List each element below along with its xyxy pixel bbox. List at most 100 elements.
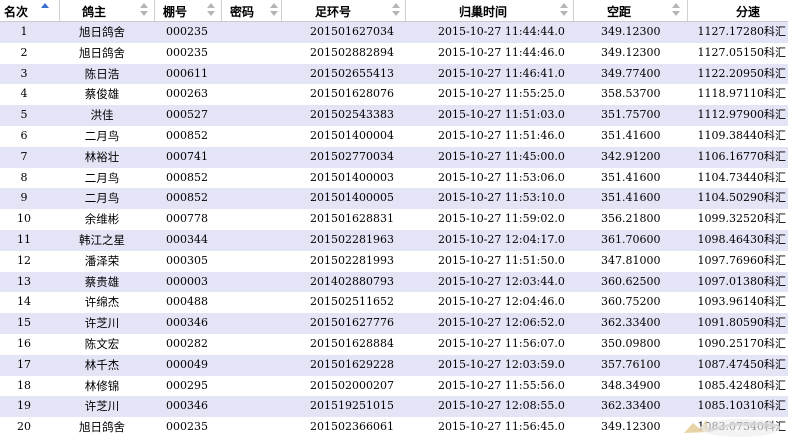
column-header-password[interactable]: 密码	[222, 0, 282, 21]
table-row[interactable]: 19 许芝川 000346 201519251015 2015-10-27 12:08:…	[0, 396, 788, 418]
distance-cell: 362.33400	[601, 316, 661, 330]
rank-cell: 13	[17, 274, 31, 288]
speed-cell: 1093.96140科汇	[682, 292, 786, 313]
speed-value: 1127.05150	[697, 45, 764, 59]
distance-cell: 342.91200	[601, 149, 661, 163]
ring-number-cell: 201501628076	[310, 87, 394, 101]
speed-unit: 科汇	[764, 170, 786, 184]
column-header-speed[interactable]: 分速	[688, 0, 788, 21]
rank-cell: 12	[17, 253, 31, 267]
column-header-ring[interactable]: 足环号	[282, 0, 406, 21]
column-header-rank[interactable]: 名次	[0, 0, 60, 21]
table-row[interactable]: 10 余维彬 000778 201501628831 2015-10-27 11:59:…	[0, 209, 788, 230]
column-header-return-time[interactable]: 归巢时间	[406, 0, 574, 21]
return-time-cell: 2015-10-27 11:59:02.0	[438, 212, 565, 226]
rank-cell: 6	[20, 128, 28, 142]
table-row[interactable]: 11 韩江之星 000344 201502281963 2015-10-27 12:04…	[0, 229, 788, 251]
rank-cell: 10	[17, 212, 31, 226]
speed-value: 1104.73440	[697, 170, 764, 184]
distance-cell: 350.09800	[601, 336, 661, 350]
sort-icon[interactable]	[392, 3, 400, 17]
table-row[interactable]: 6 二月鸟 000852 201501400004 2015-10-27 11:51:4…	[0, 125, 788, 147]
loft-number-cell: 000305	[166, 253, 208, 267]
speed-value: 1099.32520	[697, 212, 764, 226]
results-grid: 名次 鸽主 棚号 密码 足环号 归巢时间 空距 分速 1 旭日鸽舍 000235…	[0, 0, 788, 444]
table-row[interactable]: 3 陈日浩 000611 201502655413 2015-10-27 11:46:4…	[0, 63, 788, 85]
speed-value: 1097.76960	[697, 253, 764, 267]
table-row[interactable]: 1 旭日鸽舍 000235 201501627034 2015-10-27 11:44:…	[0, 22, 788, 43]
distance-cell: 351.75700	[601, 108, 661, 122]
table-row[interactable]: 18 林修锦 000295 201502000207 2015-10-27 11:55:…	[0, 375, 788, 397]
table-row[interactable]: 7 林裕壮 000741 201502770034 2015-10-27 11:45:0…	[0, 146, 788, 168]
ring-number-cell: 201502281963	[310, 232, 394, 246]
ring-number-cell: 201501628831	[310, 212, 394, 226]
rank-cell: 14	[17, 295, 31, 309]
ring-number-cell: 201402880793	[310, 274, 394, 288]
sort-icon[interactable]	[207, 3, 215, 17]
table-row[interactable]: 16 陈文宏 000282 201501628884 2015-10-27 11:56:…	[0, 333, 788, 355]
speed-cell: 1083.07540科汇	[682, 417, 786, 438]
return-time-cell: 2015-10-27 11:45:00.0	[438, 149, 565, 163]
speed-value: 1104.50290	[697, 191, 764, 205]
sort-ascending-icon[interactable]	[41, 3, 49, 17]
sort-icon[interactable]	[270, 3, 278, 17]
sort-icon[interactable]	[672, 3, 680, 17]
sort-icon[interactable]	[560, 3, 568, 17]
loft-number-cell: 000346	[166, 399, 208, 413]
table-row[interactable]: 17 林千杰 000049 201501629228 2015-10-27 12:03:…	[0, 354, 788, 376]
table-row[interactable]: 2 旭日鸽舍 000235 201502882894 2015-10-27 11:44:…	[0, 42, 788, 64]
distance-cell: 351.41600	[601, 191, 661, 205]
speed-value: 1093.96140	[697, 295, 764, 309]
table-row[interactable]: 13 蔡贵雄 000003 201402880793 2015-10-27 12:03:…	[0, 271, 788, 293]
column-header-owner[interactable]: 鸽主	[60, 0, 155, 21]
speed-cell: 1091.80590科汇	[682, 313, 786, 334]
table-row[interactable]: 15 许芝川 000346 201501627776 2015-10-27 12:06:…	[0, 313, 788, 334]
table-row[interactable]: 8 二月鸟 000852 201501400003 2015-10-27 11:53:0…	[0, 167, 788, 189]
speed-unit: 科汇	[764, 212, 786, 226]
rank-cell: 11	[17, 232, 31, 246]
distance-cell: 360.75200	[601, 295, 661, 309]
speed-cell: 1097.76960科汇	[682, 251, 786, 272]
ring-number-cell: 201501628884	[310, 336, 394, 350]
speed-value: 1090.25170	[697, 336, 764, 350]
loft-number-cell: 000003	[166, 274, 208, 288]
table-row[interactable]: 20 旭日鸽舍 000235 201502366061 2015-10-27 11:56…	[0, 417, 788, 438]
speed-value: 1087.47450	[697, 357, 764, 371]
loft-number-cell: 000235	[166, 420, 208, 434]
rank-cell: 18	[17, 378, 31, 392]
return-time-cell: 2015-10-27 12:04:17.0	[438, 232, 565, 246]
speed-value: 1097.01380	[697, 274, 764, 288]
distance-cell: 349.12300	[601, 45, 661, 59]
owner-cell: 二月鸟	[84, 191, 120, 206]
return-time-cell: 2015-10-27 11:51:50.0	[438, 253, 565, 267]
speed-cell: 1098.46430科汇	[682, 230, 786, 251]
table-row[interactable]: 4 蔡俊雄 000263 201501628076 2015-10-27 11:55:2…	[0, 84, 788, 106]
owner-cell: 旭日鸽舍	[79, 420, 125, 435]
speed-unit: 科汇	[764, 87, 786, 101]
speed-unit: 科汇	[764, 191, 786, 205]
distance-cell: 361.70600	[601, 232, 661, 246]
column-header-distance[interactable]: 空距	[574, 0, 688, 21]
table-row[interactable]: 9 二月鸟 000852 201501400005 2015-10-27 11:53:1…	[0, 188, 788, 210]
speed-unit: 科汇	[764, 336, 786, 350]
speed-value: 1109.38440	[697, 128, 764, 142]
column-label-loft: 棚号	[163, 5, 188, 19]
owner-cell: 旭日鸽舍	[79, 25, 125, 39]
speed-cell: 1127.17280科汇	[682, 22, 786, 43]
speed-cell: 1099.32520科汇	[682, 209, 786, 230]
rank-cell: 7	[20, 149, 28, 163]
table-row[interactable]: 12 潘泽荣 000305 201502281993 2015-10-27 11:51:…	[0, 250, 788, 272]
distance-cell: 347.81000	[601, 253, 661, 267]
speed-unit: 科汇	[764, 66, 786, 80]
ring-number-cell: 201502366061	[310, 420, 394, 434]
speed-cell: 1085.10310科汇	[682, 396, 786, 417]
table-row[interactable]: 5 洪佳 000527 201502543383 2015-10-27 11:51:03…	[0, 105, 788, 126]
table-row[interactable]: 14 许绵杰 000488 201502511652 2015-10-27 12:04:…	[0, 292, 788, 314]
ring-number-cell: 201502770034	[310, 149, 394, 163]
return-time-cell: 2015-10-27 11:51:46.0	[438, 128, 565, 142]
speed-value: 1112.97900	[697, 108, 764, 122]
column-header-loft[interactable]: 棚号	[155, 0, 222, 21]
sort-icon[interactable]	[140, 3, 148, 17]
speed-unit: 科汇	[764, 316, 786, 330]
owner-cell: 林裕壮	[84, 149, 120, 164]
